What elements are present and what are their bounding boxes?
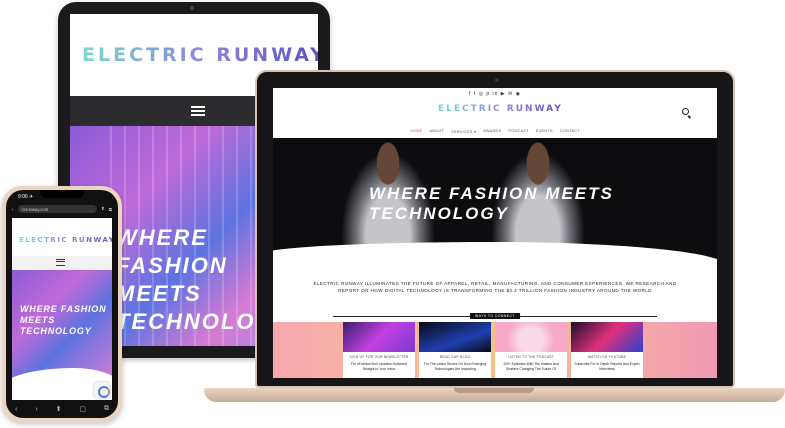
search-icon[interactable] xyxy=(682,108,689,115)
share-icon[interactable]: ⬆ xyxy=(101,206,105,212)
mobile-navbar xyxy=(12,256,112,270)
site-logo[interactable]: ELECTRIC RUNWAY xyxy=(82,44,318,66)
card-title: WATCH ON YOUTUBE xyxy=(587,355,627,359)
laptop-base xyxy=(204,388,785,402)
card-image xyxy=(571,322,643,352)
hero-title: WHERE FASHION MEETS TECHNOLOGY xyxy=(20,304,107,336)
phone-device: 9:06 ✈ ‹ ricrunway.com ⬆ ⧉ ELECTRIC RUNW… xyxy=(2,186,122,422)
site-logo[interactable]: ELECTRIC RUNWAY xyxy=(19,236,112,244)
browser-address-bar: ‹ ricrunway.com ⬆ ⧉ xyxy=(12,204,112,214)
card-image xyxy=(495,322,567,352)
url-field[interactable]: ricrunway.com xyxy=(17,205,97,213)
nav-item-podcast[interactable]: PODCAST xyxy=(508,129,528,137)
laptop-camera xyxy=(495,78,499,82)
card-image xyxy=(419,322,491,352)
card-newsletter[interactable]: SIGN UP FOR OUR NEWSLETTER For #FashionT… xyxy=(343,322,415,378)
connect-divider: WAYS TO CONNECT xyxy=(333,313,657,319)
browser-toolbar: ‹ › ⬆ ▢ ⧉ xyxy=(6,400,118,418)
nav-item-events[interactable]: EVENTS xyxy=(536,129,553,137)
card-description: For #FashionTech Updates Delivered Strai… xyxy=(351,362,407,371)
laptop-device: f t ◎ p in ▶ ✉ ◉ ELECTRIC RUNWAY HOME AB… xyxy=(255,70,735,388)
back-icon[interactable]: ‹ xyxy=(15,406,17,413)
social-icons-bar[interactable]: f t ◎ p in ▶ ✉ ◉ xyxy=(273,91,717,99)
menu-icon[interactable] xyxy=(56,259,65,266)
card-description: Subscribe For In Depth Reports And Exper… xyxy=(574,362,640,371)
card-description: For The Latest Stories On How Emerging T… xyxy=(423,362,487,371)
card-title: READ OUR BLOG xyxy=(439,355,471,359)
mission-statement: ELECTRIC RUNWAY ILLUMINATES THE FUTURE O… xyxy=(313,281,677,293)
phone-screen: ELECTRIC RUNWAY WHERE FASHION MEETS TECH… xyxy=(12,218,112,400)
bookmarks-icon[interactable]: ▢ xyxy=(79,405,86,413)
nav-item-contact[interactable]: CONTACT xyxy=(560,129,580,137)
forward-icon[interactable]: › xyxy=(35,406,37,413)
status-time: 9:06 ✈ xyxy=(18,194,34,200)
tabs-icon[interactable]: ⧉ xyxy=(104,405,109,413)
laptop-screen: f t ◎ p in ▶ ✉ ◉ ELECTRIC RUNWAY HOME AB… xyxy=(273,88,717,378)
card-title: SIGN UP FOR OUR NEWSLETTER xyxy=(349,355,409,359)
connect-label: WAYS TO CONNECT xyxy=(470,313,520,319)
connect-section: SIGN UP FOR OUR NEWSLETTER For #FashionT… xyxy=(273,322,717,378)
card-description: 100+ Episodes With The Makers And Shaker… xyxy=(503,362,559,371)
nav-item-home[interactable]: HOME xyxy=(410,129,423,137)
nav-item-services[interactable]: SERVICES ▾ xyxy=(451,129,476,137)
card-podcast[interactable]: LISTEN TO THE PODCAST 100+ Episodes With… xyxy=(495,322,567,378)
menu-icon[interactable] xyxy=(191,106,205,116)
nav-item-about[interactable]: ABOUT xyxy=(430,129,445,137)
tablet-camera xyxy=(190,6,194,10)
hero-banner: WHERE FASHION MEETS TECHNOLOGY xyxy=(12,270,112,382)
tabs-icon[interactable]: ⧉ xyxy=(109,207,112,212)
share-icon[interactable]: ⬆ xyxy=(56,405,62,413)
hero-wave-divider xyxy=(273,242,717,282)
site-header: ELECTRIC RUNWAY xyxy=(273,100,717,128)
back-icon[interactable]: ‹ xyxy=(12,207,14,212)
card-image xyxy=(343,322,415,352)
main-nav: HOME ABOUT SERVICES ▾ AWARDS PODCAST EVE… xyxy=(273,129,717,137)
nav-item-awards[interactable]: AWARDS xyxy=(483,129,501,137)
recaptcha-icon[interactable] xyxy=(94,382,110,398)
hero-title: WHERE FASHION MEETS TECHNOLOGY xyxy=(369,184,614,223)
site-logo[interactable]: ELECTRIC RUNWAY xyxy=(438,104,563,114)
device-mockup-scene: ELECTRIC RUNWAY WHERE FASHION MEETS TECH… xyxy=(0,0,785,428)
card-blog[interactable]: READ OUR BLOG For The Latest Stories On … xyxy=(419,322,491,378)
card-title: LISTEN TO THE PODCAST xyxy=(507,355,555,359)
laptop-notch xyxy=(454,388,534,393)
card-youtube[interactable]: WATCH ON YOUTUBE Subscribe For In Depth … xyxy=(571,322,643,378)
